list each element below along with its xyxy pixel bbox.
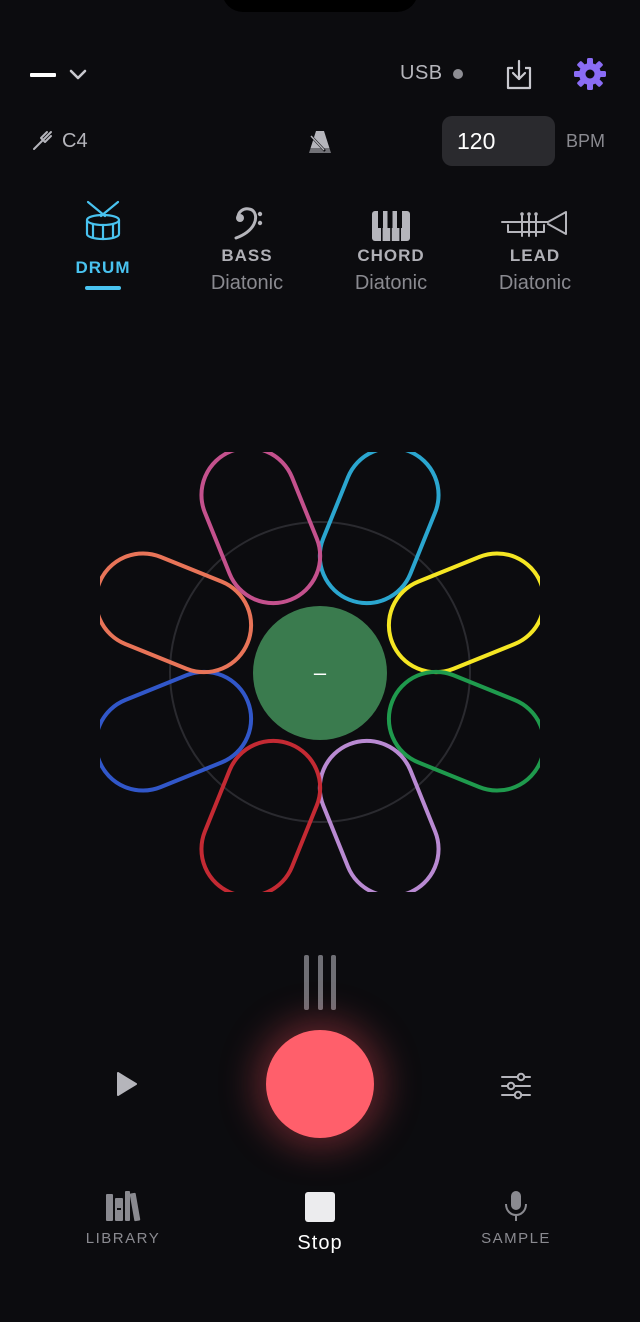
microphone-icon	[505, 1191, 527, 1221]
tempo-unit-label: BPM	[566, 131, 606, 151]
tab-lead-label: LEAD	[509, 246, 561, 265]
nav-library[interactable]: LIBRARY	[58, 1190, 188, 1260]
nav-sample-label: SAMPLE	[481, 1230, 551, 1247]
drag-handle[interactable]	[304, 955, 336, 1010]
drum-icon	[83, 198, 123, 242]
tuning-key-label: C4	[62, 129, 88, 152]
tab-chord[interactable]: CHORD Diatonic	[326, 198, 456, 308]
tab-drum-label: DRUM	[75, 258, 131, 277]
dash-icon	[30, 73, 56, 77]
tuning-button[interactable]: C4	[30, 126, 88, 156]
tab-bass-mode: Diatonic	[210, 272, 284, 294]
nav-stop-label: Stop	[297, 1232, 343, 1254]
active-tab-indicator	[85, 286, 121, 290]
books-icon	[106, 1191, 141, 1222]
bass-clef-icon	[230, 198, 264, 242]
grip-bar	[331, 955, 336, 1010]
sliders-icon	[501, 1072, 531, 1100]
tab-lead-mode: Diatonic	[498, 272, 572, 294]
tab-lead[interactable]: LEAD Diatonic	[470, 198, 600, 308]
metronome-icon	[309, 131, 331, 153]
nav-sample[interactable]: SAMPLE	[451, 1190, 581, 1260]
stop-square-icon	[305, 1192, 335, 1222]
play-icon	[117, 1072, 137, 1096]
tab-bass-label: BASS	[221, 246, 273, 265]
grip-bar	[317, 955, 323, 1010]
tab-chord-mode: Diatonic	[354, 272, 428, 294]
tab-chord-label: CHORD	[357, 246, 425, 265]
device-notch	[222, 0, 418, 12]
download-tray-icon	[506, 59, 532, 90]
chevron-down-icon	[69, 69, 87, 80]
grip-bar	[304, 955, 309, 1010]
nav-library-label: LIBRARY	[85, 1230, 161, 1247]
usb-status-dot	[453, 69, 463, 79]
metronome-button[interactable]	[302, 124, 338, 160]
play-button[interactable]	[108, 1066, 144, 1102]
usb-status-label: USB	[400, 62, 443, 84]
project-menu-button[interactable]	[30, 60, 100, 90]
tuning-fork-icon	[33, 131, 52, 150]
gear-icon	[574, 58, 606, 90]
tab-bass[interactable]: BASS Diatonic	[182, 198, 312, 308]
settings-button[interactable]	[570, 54, 610, 94]
tab-drum[interactable]: DRUM	[38, 198, 168, 308]
export-button[interactable]	[500, 56, 538, 94]
trumpet-icon	[500, 198, 570, 242]
tempo-input[interactable]: 120	[442, 116, 555, 166]
record-button[interactable]	[266, 1030, 374, 1138]
piano-keys-icon	[371, 198, 411, 242]
nav-stop[interactable]: Stop	[255, 1190, 385, 1260]
mixer-button[interactable]	[498, 1068, 534, 1104]
center-pad-button[interactable]: –	[253, 606, 387, 740]
